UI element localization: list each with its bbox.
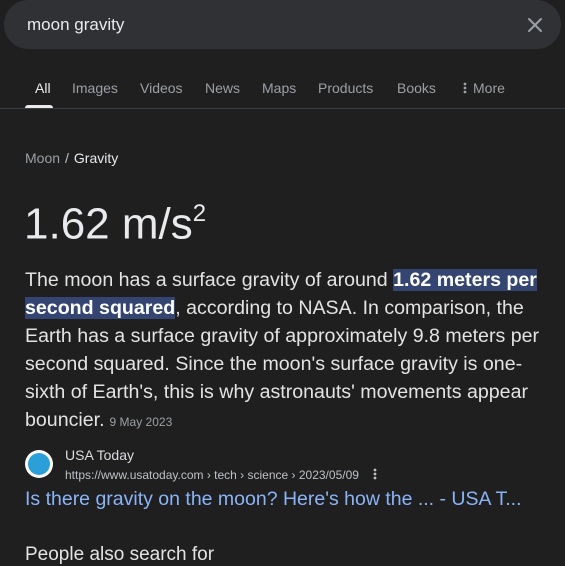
tab-videos[interactable]: Videos	[140, 80, 183, 96]
source-name: USA Today	[65, 447, 135, 463]
tab-more[interactable]: More	[463, 80, 505, 96]
search-input[interactable]: moon gravity	[27, 15, 524, 35]
answer-exponent: 2	[192, 200, 207, 227]
answer-value: 1.62 m/s	[24, 199, 193, 249]
tab-more-label: More	[473, 80, 505, 96]
tab-books[interactable]: Books	[397, 80, 436, 96]
breadcrumb-moon[interactable]: Moon	[25, 150, 60, 166]
tab-news[interactable]: News	[205, 80, 240, 96]
source-url: https://www.usatoday.com › tech › scienc…	[65, 468, 359, 482]
snippet-text-before: The moon has a surface gravity of around	[25, 269, 394, 291]
tab-products[interactable]: Products	[318, 80, 373, 96]
tab-maps[interactable]: Maps	[262, 80, 296, 96]
featured-answer: 1.62 m/s2	[24, 188, 206, 253]
search-bar[interactable]: moon gravity	[4, 0, 561, 49]
close-icon[interactable]	[524, 14, 546, 36]
more-options-icon[interactable]	[373, 464, 377, 484]
kebab-menu-icon	[463, 82, 467, 94]
breadcrumb: Moon / Gravity	[25, 150, 118, 166]
breadcrumb-gravity: Gravity	[73, 150, 119, 166]
snippet-date: 9 May 2023	[109, 415, 173, 429]
breadcrumb-separator: /	[65, 150, 69, 166]
search-tabs: All Images Videos News Maps Products Boo…	[0, 70, 565, 109]
featured-snippet: The moon has a surface gravity of around…	[25, 266, 545, 436]
people-also-search-heading: People also search for	[25, 544, 215, 565]
active-tab-indicator	[25, 105, 53, 108]
result-title-link[interactable]: Is there gravity on the moon? Here's how…	[25, 488, 522, 511]
usa-today-logo-icon	[25, 450, 53, 478]
tab-all[interactable]: All	[35, 80, 51, 96]
tab-images[interactable]: Images	[72, 80, 118, 96]
source-info[interactable]: USA Today https://www.usatoday.com › tec…	[25, 446, 377, 485]
